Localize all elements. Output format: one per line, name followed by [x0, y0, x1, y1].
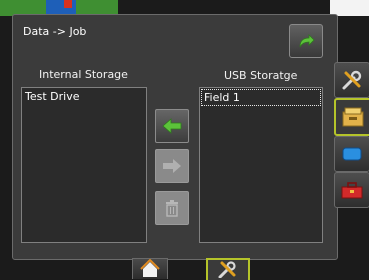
- list-item-selected[interactable]: Field 1: [201, 89, 321, 106]
- trash-icon: [166, 200, 178, 217]
- tools-icon: [342, 70, 362, 90]
- side-tab-toolbox[interactable]: [334, 172, 369, 208]
- copy-to-internal-button[interactable]: [155, 109, 189, 143]
- internal-storage-list[interactable]: Test Drive: [21, 87, 147, 243]
- back-button[interactable]: [289, 24, 323, 58]
- dialog-title: Data -> Job: [23, 25, 87, 38]
- arrow-left-icon: [162, 118, 182, 134]
- side-tab-shape[interactable]: [334, 136, 369, 172]
- tools-icon: [218, 261, 236, 278]
- arrow-right-icon: [163, 159, 181, 173]
- side-tab-tools[interactable]: [334, 62, 369, 98]
- bottom-tab-home[interactable]: [132, 258, 168, 279]
- side-tab-data[interactable]: [334, 98, 369, 136]
- data-folder-icon: [342, 107, 364, 127]
- copy-to-usb-button[interactable]: [155, 149, 189, 183]
- usb-storage-label: USB Storatge: [224, 69, 298, 82]
- usb-storage-list[interactable]: Field 1: [199, 87, 323, 243]
- curved-arrow-icon: [299, 34, 315, 48]
- internal-storage-label: Internal Storage: [39, 68, 128, 81]
- bottom-tab-tools[interactable]: [206, 258, 250, 280]
- list-item[interactable]: Test Drive: [22, 88, 146, 105]
- toolbox-icon: [341, 182, 363, 199]
- delete-button[interactable]: [155, 191, 189, 225]
- data-job-dialog: Data -> Job Internal Storage USB Storatg…: [12, 14, 338, 260]
- map-marker: [64, 0, 72, 8]
- blue-shape-icon: [342, 147, 362, 161]
- home-icon: [140, 259, 160, 277]
